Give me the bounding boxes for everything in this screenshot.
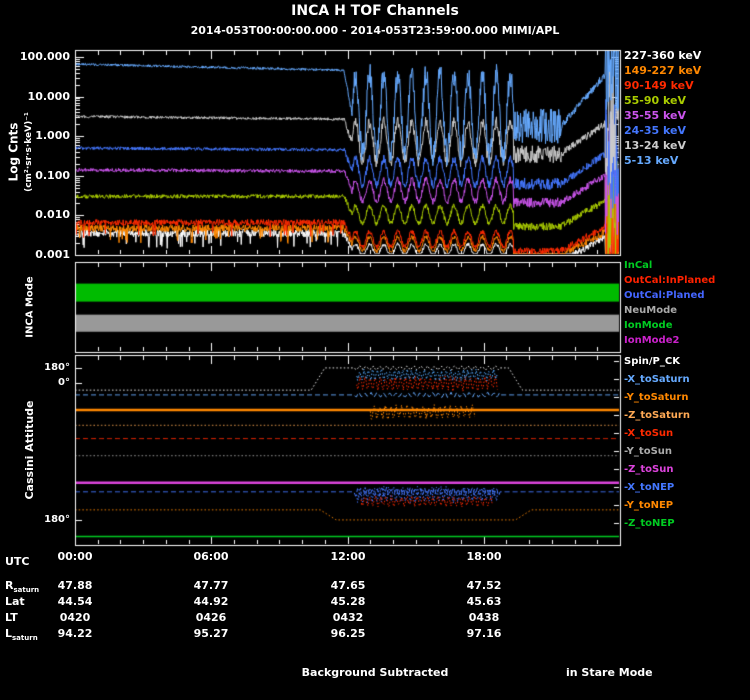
attitude-ytick-label: 180° — [44, 362, 70, 373]
ephemeris-row-label: LT — [5, 611, 18, 624]
ephemeris-value: 47.65 — [330, 579, 366, 592]
attitude-ytick-label: 0° — [58, 377, 70, 388]
ephemeris-value: 0438 — [468, 611, 500, 624]
attitude-legend-item: Spin/P_CK — [624, 356, 680, 367]
ephemeris-value: 44.54 — [57, 595, 93, 608]
tof-legend-item: 55-90 keV — [624, 94, 687, 107]
attitude-ytick-label: 180° — [44, 514, 70, 525]
ephemeris-row-label: Lat — [5, 595, 25, 608]
tof-legend-item: 149-227 keV — [624, 64, 702, 77]
attitude-legend-item: -Y_toSaturn — [624, 392, 689, 403]
tof-legend-item: 90-149 keV — [624, 79, 694, 92]
attitude-legend-item: -Z_toNEP — [624, 518, 675, 529]
mode-legend-item: IonMode2 — [624, 335, 680, 346]
tof-legend-item: 227-360 keV — [624, 49, 702, 62]
mode-legend-item: InCal — [624, 260, 653, 271]
ephemeris-value: 0426 — [195, 611, 227, 624]
ytick-label: 1.000 — [35, 129, 70, 142]
mode-legend-item: OutCal:Planed — [624, 290, 705, 301]
attitude-legend-item: -Y_toSun — [624, 446, 673, 457]
ytick-label: 0.100 — [35, 169, 70, 182]
attitude-legend-item: -Y_toNEP — [624, 500, 674, 511]
row-label-main: L — [5, 627, 13, 640]
ephemeris-row-label: Rsaturn — [5, 579, 40, 595]
attitude-legend-item: -Z_toSaturn — [624, 410, 690, 421]
ephemeris-value: 0420 — [59, 611, 91, 624]
row-label-main: Lat — [5, 595, 25, 608]
row-label-sub: saturn — [12, 634, 38, 643]
page-title: INCA H TOF Channels — [291, 3, 459, 19]
ephemeris-value: 47.77 — [193, 579, 229, 592]
mode-legend-item: NeuMode — [624, 305, 678, 316]
utc-row-label: UTC — [5, 555, 30, 568]
attitude-legend-item: -X_toNEP — [624, 482, 675, 493]
x-tick-label: 18:00 — [466, 550, 502, 563]
ephemeris-value: 47.52 — [466, 579, 502, 592]
time-range-subtitle: 2014-053T00:00:00.000 - 2014-053T23:59:0… — [190, 24, 560, 37]
inca-tof-plot: INCA H TOF Channels 2014-053T00:00:00.00… — [0, 0, 750, 700]
attitude-legend-item: -Z_toSun — [624, 464, 674, 475]
ytick-label: 100.000 — [19, 50, 70, 63]
ephemeris-value: 97.16 — [466, 627, 502, 640]
attitude-legend-item: -X_toSaturn — [624, 374, 690, 385]
ytick-label: 0.001 — [35, 248, 70, 261]
row-label-sub: saturn — [13, 586, 40, 595]
mode-legend-item: OutCal:InPlaned — [624, 275, 716, 286]
x-tick-label: 12:00 — [330, 550, 366, 563]
ephemeris-value: 47.88 — [57, 579, 93, 592]
ephemeris-value: 45.63 — [466, 595, 502, 608]
ephemeris-row-label: Lsaturn — [5, 627, 38, 643]
row-label-main: LT — [5, 611, 18, 624]
mode-panel-label: INCA Mode — [24, 276, 36, 338]
ephemeris-value: 45.28 — [330, 595, 366, 608]
x-tick-label: 00:00 — [57, 550, 93, 563]
ephemeris-value: 0432 — [332, 611, 364, 624]
tof-legend-item: 5-13 keV — [624, 154, 679, 167]
ephemeris-value: 95.27 — [193, 627, 229, 640]
ephemeris-value: 96.25 — [330, 627, 366, 640]
tof-legend-item: 24-35 keV — [624, 124, 687, 137]
footer-stare-mode: in Stare Mode — [566, 666, 653, 679]
tof-legend-item: 35-55 keV — [624, 109, 687, 122]
tof-legend-item: 13-24 keV — [624, 139, 687, 152]
x-tick-label: 06:00 — [193, 550, 229, 563]
attitude-panel-label: Cassini Attitude — [22, 400, 36, 500]
ephemeris-value: 94.22 — [57, 627, 93, 640]
ephemeris-value: 44.92 — [193, 595, 229, 608]
ytick-label: 0.010 — [35, 208, 70, 221]
attitude-legend-item: -X_toSun — [624, 428, 674, 439]
ytick-label: 10.000 — [27, 90, 70, 103]
mode-legend-item: IonMode — [624, 320, 673, 331]
